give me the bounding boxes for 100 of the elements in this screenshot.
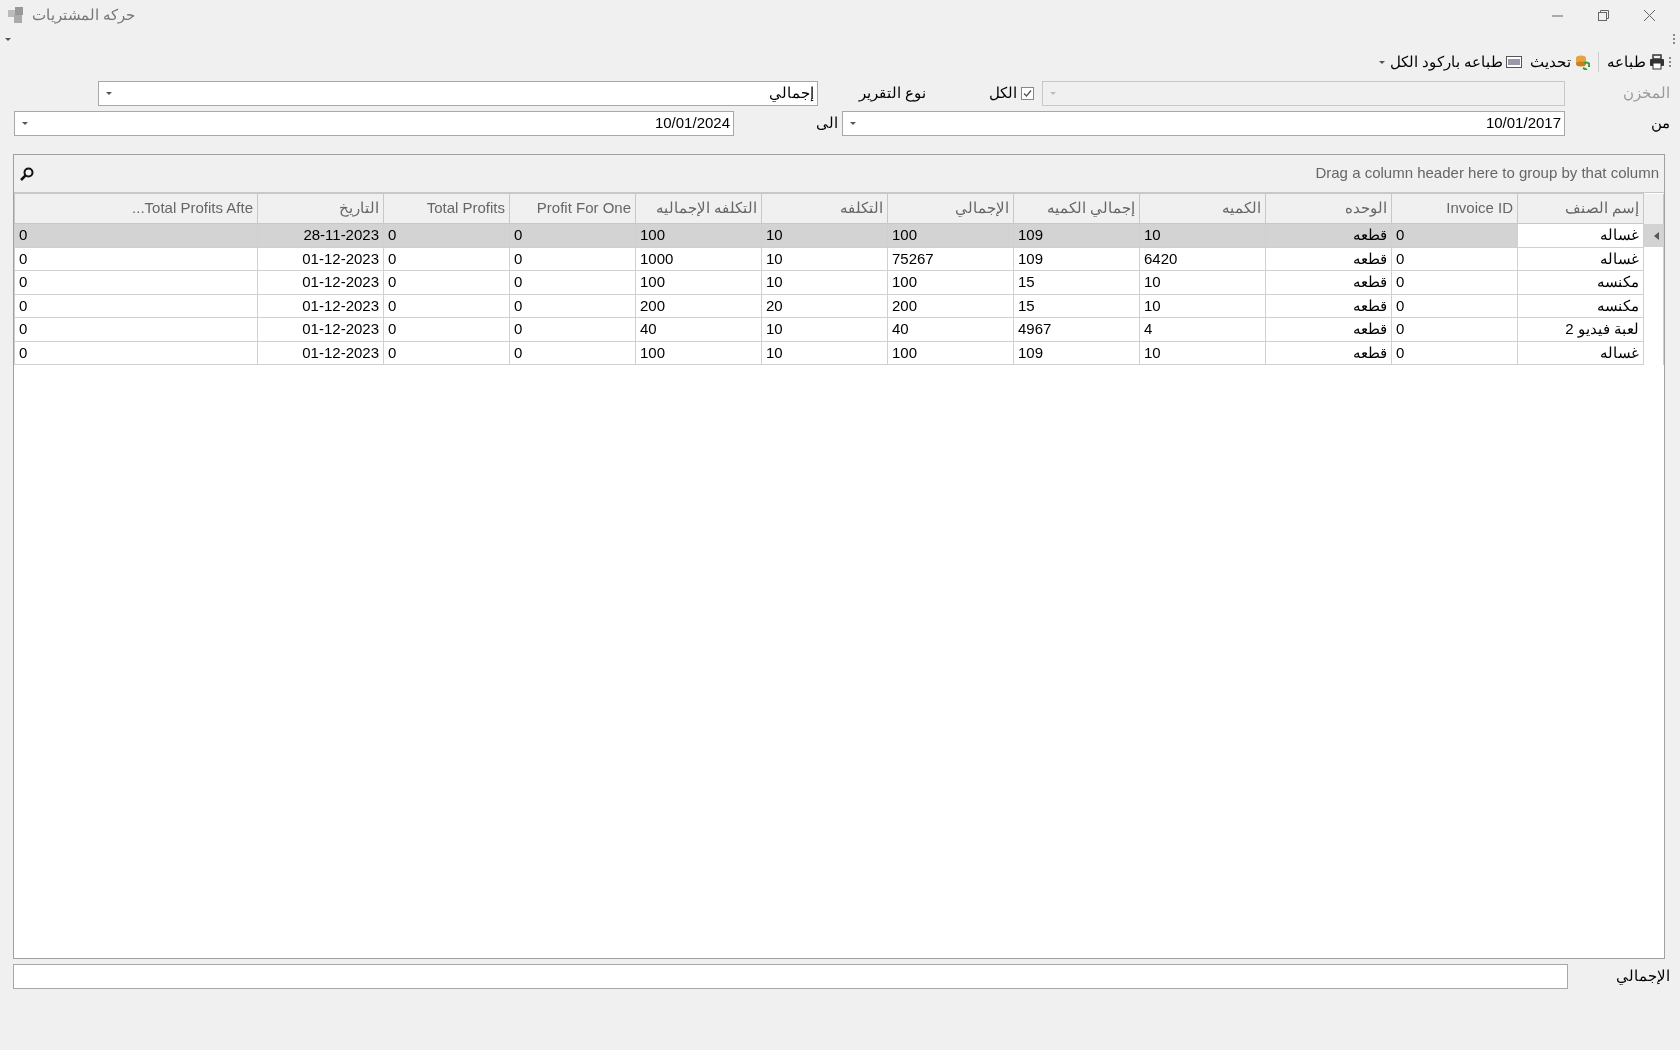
table-cell: 10	[761, 317, 888, 341]
table-cell: 40	[887, 317, 1014, 341]
date-field[interactable]: 10/01/2024	[14, 111, 734, 136]
table-cell: 0	[14, 317, 258, 341]
grip-icon	[1669, 56, 1672, 68]
table-cell: 109	[1013, 223, 1140, 247]
column-header[interactable]: إسم الصنف	[1517, 193, 1644, 224]
column-header[interactable]: التاريخ	[257, 193, 384, 224]
column-header[interactable]: الإجمالي	[887, 193, 1014, 224]
group-panel-hint: Drag a column header here to group by that column	[1315, 163, 1659, 184]
table-cell: غساله	[1517, 247, 1644, 271]
table-cell: 0	[509, 294, 636, 318]
search-icon[interactable]	[20, 166, 34, 181]
field-label: المخزن	[1622, 83, 1670, 104]
table-cell: 01-12-2023	[257, 341, 384, 365]
table-cell: 0	[14, 294, 258, 318]
column-header[interactable]: التكلفه الإجماليه	[635, 193, 762, 224]
toolbar-button[interactable]: تحديث	[1526, 49, 1594, 75]
table-cell: 0	[383, 247, 510, 271]
table-cell: 40	[635, 317, 762, 341]
table-cell: قطعه	[1265, 270, 1392, 294]
dropdown-caret-icon[interactable]	[21, 120, 29, 127]
table-cell: 10	[1139, 223, 1266, 247]
column-header[interactable]: Profit For One	[509, 193, 636, 224]
checkbox[interactable]	[1021, 87, 1034, 100]
table-cell: 01-12-2023	[257, 317, 384, 341]
table-cell: 109	[1013, 247, 1140, 271]
total-field[interactable]	[13, 964, 1568, 989]
dropdown-caret-icon[interactable]	[849, 120, 857, 127]
table-cell: 15	[1013, 270, 1140, 294]
dropdown-caret-icon[interactable]	[105, 90, 113, 97]
table-cell: 4967	[1013, 317, 1140, 341]
report-type-combo[interactable]: إجمالي	[98, 81, 818, 106]
table-cell: 0	[383, 341, 510, 365]
checkbox-label: الكل	[989, 83, 1017, 104]
table-cell: 6420	[1139, 247, 1266, 271]
table-cell: 0	[1391, 341, 1518, 365]
close-icon	[1643, 9, 1655, 21]
column-header[interactable]: Total Profits	[383, 193, 510, 224]
table-cell: 200	[887, 294, 1014, 318]
table-cell: 0	[383, 317, 510, 341]
table-cell: 0	[509, 247, 636, 271]
table-cell: 10	[1139, 341, 1266, 365]
total-label: الإجمالي	[1615, 966, 1670, 987]
column-header[interactable]: التكلفه	[761, 193, 888, 224]
table-cell: 0	[383, 294, 510, 318]
table-cell: 0	[1391, 294, 1518, 318]
table-cell: مكنسه	[1517, 270, 1644, 294]
coins-refresh-icon	[1574, 54, 1590, 70]
table-cell: 1000	[635, 247, 762, 271]
table-cell: غساله	[1517, 223, 1644, 247]
dropdown-caret-icon[interactable]	[4, 35, 12, 43]
table-cell: قطعه	[1265, 223, 1392, 247]
toolbar-button[interactable]: طباعه	[1603, 49, 1669, 75]
table-cell: قطعه	[1265, 317, 1392, 341]
table-cell: لعبة فيديو 2	[1517, 317, 1644, 341]
grip-icon	[1673, 33, 1676, 45]
column-header[interactable]: الوحده	[1265, 193, 1392, 224]
table-cell: 0	[14, 223, 258, 247]
column-header[interactable]: Total Profits Afte...	[14, 193, 258, 224]
column-header[interactable]: الكميه	[1139, 193, 1266, 224]
field-value: إجمالي	[769, 83, 814, 104]
dropdown-caret-icon[interactable]	[1377, 58, 1386, 66]
table-cell: 0	[509, 270, 636, 294]
table-cell: 10	[1139, 294, 1266, 318]
table-cell: 100	[887, 270, 1014, 294]
table-cell: غساله	[1517, 341, 1644, 365]
table-cell: 0	[509, 223, 636, 247]
table-cell: 10	[1139, 270, 1266, 294]
table-cell: 109	[1013, 341, 1140, 365]
field-value: 10/01/2017	[1485, 113, 1561, 134]
window-title: حركه المشتريات	[32, 4, 136, 26]
column-header[interactable]: إجمالي الكميه	[1013, 193, 1140, 224]
table-cell: 0	[14, 247, 258, 271]
toolbar-button[interactable]: طباعه باركود الكل	[1385, 49, 1526, 75]
date-field[interactable]: 10/01/2017	[842, 111, 1565, 136]
table-cell: 200	[635, 294, 762, 318]
table-cell: قطعه	[1265, 247, 1392, 271]
table-cell: 0	[1391, 317, 1518, 341]
table-cell: 0	[1391, 270, 1518, 294]
table-cell: 0	[14, 341, 258, 365]
table-cell: 20	[761, 294, 888, 318]
table-cell: قطعه	[1265, 294, 1392, 318]
table-cell: 75267	[887, 247, 1014, 271]
table-cell: 100	[887, 341, 1014, 365]
table-cell: 01-12-2023	[257, 270, 384, 294]
table-cell: 10	[761, 223, 888, 247]
table-cell: 15	[1013, 294, 1140, 318]
field-label: الى	[815, 113, 839, 134]
table-cell: 100	[887, 223, 1014, 247]
field-value: 10/01/2024	[654, 113, 730, 134]
table-cell: 100	[635, 270, 762, 294]
table-cell: 01-12-2023	[257, 247, 384, 271]
table-cell: 0	[1391, 247, 1518, 271]
field-label: من	[1650, 113, 1670, 134]
table-cell: 4	[1139, 317, 1266, 341]
table-cell: 0	[1391, 223, 1518, 247]
column-header[interactable]: Invoice ID	[1391, 193, 1518, 224]
table-cell: 10	[761, 270, 888, 294]
table-cell: 0	[14, 270, 258, 294]
